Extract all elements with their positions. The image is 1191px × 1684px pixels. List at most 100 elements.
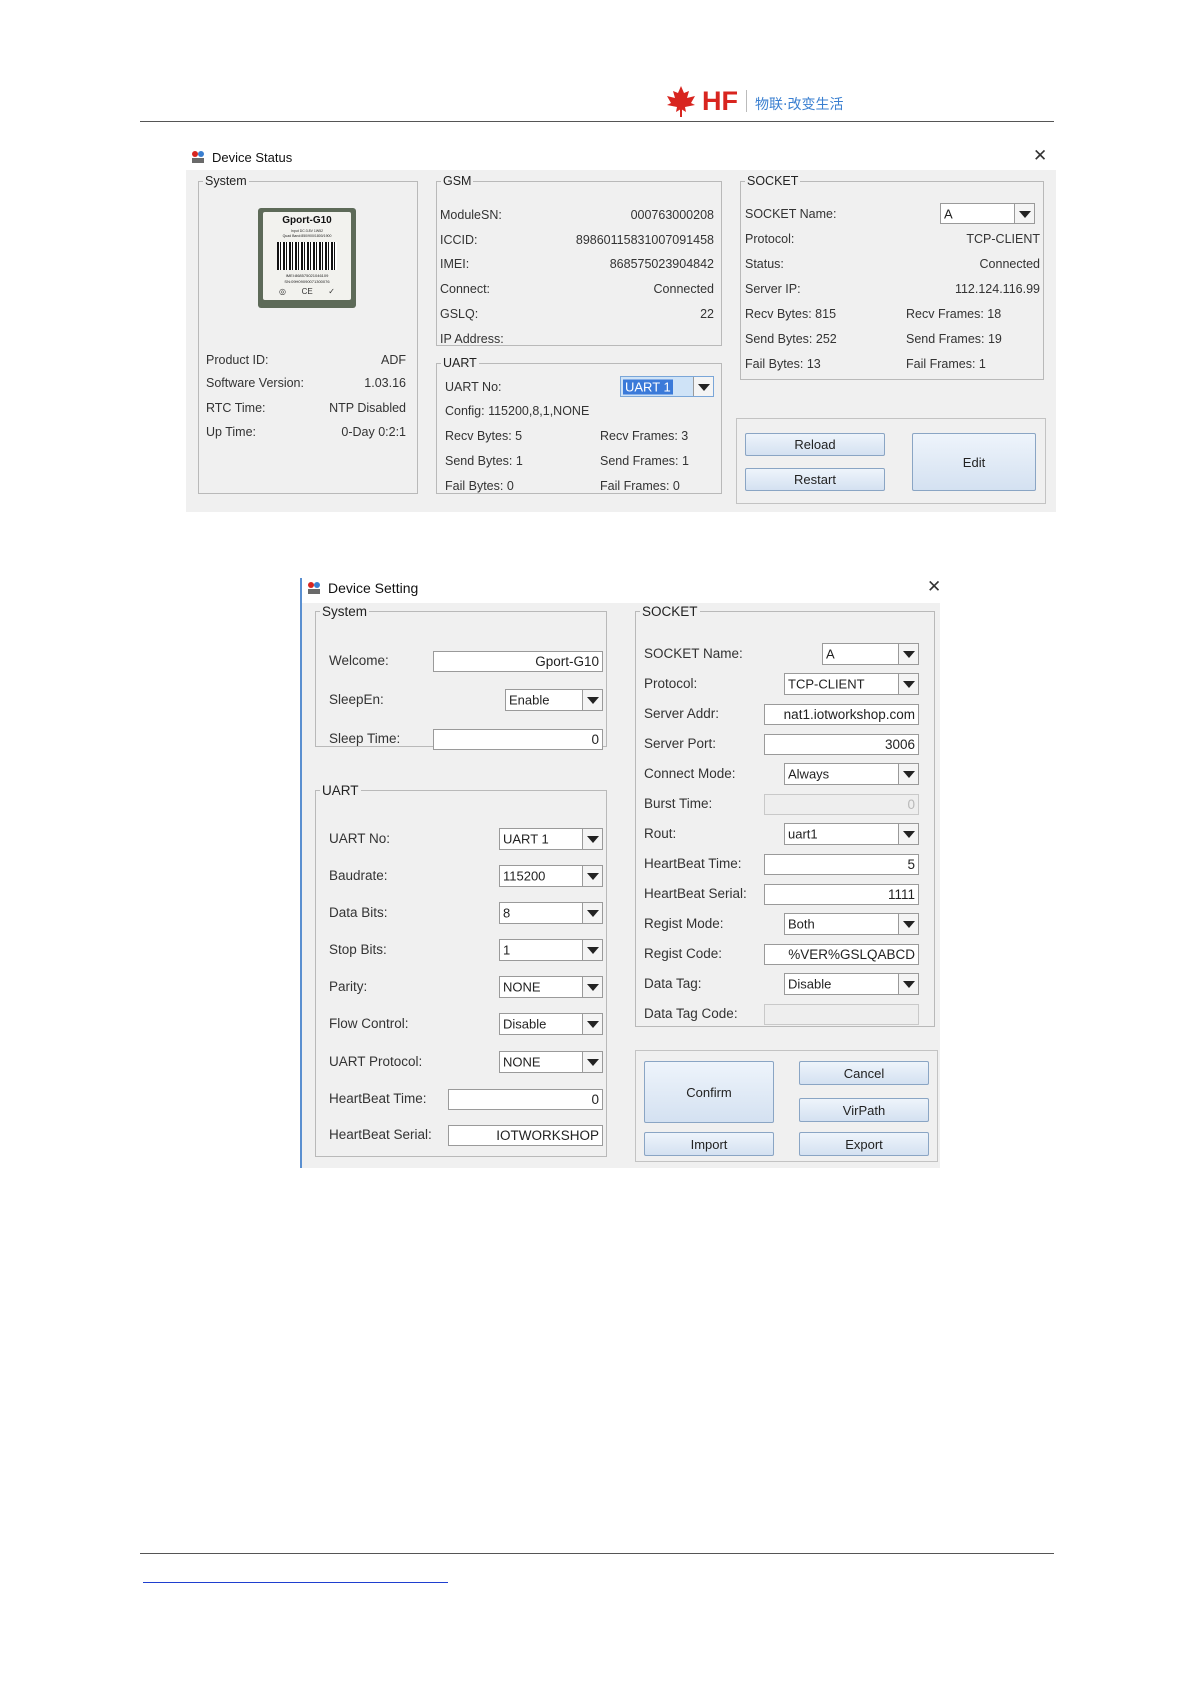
regist-code-input[interactable]: %VER%GSLQABCD [764, 944, 919, 965]
gsm-connect-value: Connected [653, 282, 714, 296]
chevron-down-icon[interactable] [582, 866, 602, 886]
uart-no-value: UART 1 [503, 831, 549, 847]
socket-server-ip-label: Server IP: [745, 282, 801, 296]
socket-protocol-value: TCP-CLIENT [788, 676, 865, 692]
socket-send-bytes: Send Bytes: 252 [745, 332, 837, 346]
restart-button[interactable]: Restart [745, 468, 885, 491]
chevron-down-icon[interactable] [582, 1052, 602, 1072]
regist-mode-select[interactable]: Both [784, 913, 919, 935]
cert-marks-icon: ◎ CE ✓ [279, 287, 335, 296]
rout-select[interactable]: uart1 [784, 823, 919, 845]
up-time-label: Up Time: [206, 425, 257, 439]
socket-recv-frames: Recv Frames: 18 [906, 307, 1002, 321]
socket-recv-bytes: Recv Bytes: 815 [745, 307, 837, 321]
uart-protocol-label: UART Protocol: [329, 1054, 423, 1069]
socket-name-label: SOCKET Name: [745, 207, 837, 221]
chevron-down-icon[interactable] [582, 903, 602, 923]
chevron-down-icon[interactable] [898, 914, 918, 934]
data-tag-code-label: Data Tag Code: [644, 1006, 738, 1021]
sleepen-value: Enable [509, 692, 550, 708]
chevron-down-icon[interactable] [898, 824, 918, 844]
burst-time-label: Burst Time: [644, 796, 713, 811]
chevron-down-icon[interactable] [582, 977, 602, 997]
stop-bits-select[interactable]: 1 [499, 939, 603, 961]
server-port-input[interactable]: 3006 [764, 734, 919, 755]
socket-status-label: Status: [745, 257, 784, 271]
uart-recv-frames: Recv Frames: 3 [600, 429, 689, 443]
baudrate-label: Baudrate: [329, 868, 388, 883]
chevron-down-icon[interactable] [1014, 204, 1034, 223]
module-imei-line: IMEI:868575021046109 [285, 273, 329, 278]
setting-system-group: System [315, 604, 607, 747]
confirm-button[interactable]: Confirm [644, 1061, 774, 1123]
server-addr-input[interactable]: nat1.iotworkshop.com [764, 704, 919, 725]
connect-mode-select[interactable]: Always [784, 763, 919, 785]
data-bits-label: Data Bits: [329, 905, 388, 920]
footer-link-underline[interactable] [143, 1582, 448, 1583]
socket-hb-time-input[interactable]: 5 [764, 854, 919, 875]
data-tag-value: Disable [788, 976, 832, 992]
import-button[interactable]: Import [644, 1132, 774, 1156]
uart-hb-serial-input[interactable]: IOTWORKSHOP [448, 1125, 603, 1146]
sleep-time-input[interactable]: 0 [433, 729, 603, 750]
gsm-iccid-label: ICCID: [440, 233, 478, 247]
socket-name-select[interactable]: A [822, 643, 919, 665]
socket-name-value: A [826, 646, 835, 662]
uart-no-select[interactable]: UART 1 [499, 828, 603, 850]
edit-button[interactable]: Edit [912, 433, 1036, 491]
chevron-down-icon[interactable] [898, 644, 918, 664]
cancel-button[interactable]: Cancel [799, 1061, 929, 1085]
gsm-modulesn-label: ModuleSN: [440, 208, 502, 222]
chevron-down-icon[interactable] [582, 1014, 602, 1034]
gsm-gslq-label: GSLQ: [440, 307, 479, 321]
socket-status-value: Connected [979, 257, 1040, 271]
uart-config: Config: 115200,8,1,NONE [445, 404, 590, 418]
brand-name: HF [702, 85, 738, 116]
data-tag-select[interactable]: Disable [784, 973, 919, 995]
regist-code-label: Regist Code: [644, 946, 723, 961]
uart-no-label: UART No: [329, 831, 391, 846]
uart-hb-time-input[interactable]: 0 [448, 1089, 603, 1110]
flow-control-label: Flow Control: [329, 1016, 409, 1031]
uart-no-label: UART No: [445, 380, 502, 394]
device-setting-window: System Welcome: Gport-G10 SleepEn: Enabl… [302, 603, 940, 1168]
sleepen-select[interactable]: Enable [505, 689, 603, 711]
chevron-down-icon[interactable] [693, 377, 713, 396]
chevron-down-icon[interactable] [898, 764, 918, 784]
status-title-bar: Device Status [186, 146, 1056, 168]
reload-button[interactable]: Reload [745, 433, 885, 456]
group-legend: System [205, 174, 247, 188]
footer-rule [140, 1553, 1054, 1554]
chevron-down-icon[interactable] [898, 674, 918, 694]
chevron-down-icon[interactable] [582, 829, 602, 849]
group-legend: System [322, 604, 368, 619]
socket-protocol-label: Protocol: [745, 232, 795, 246]
setting-close-icon[interactable]: ✕ [927, 577, 941, 597]
flow-control-select[interactable]: Disable [499, 1013, 603, 1035]
uart-hb-time-label: HeartBeat Time: [329, 1091, 427, 1106]
header-rule [140, 121, 1054, 122]
module-spec-line: Input DC:3.8V 1W52 [290, 229, 324, 233]
gsm-iccid-value: 89860115831007091458 [575, 233, 714, 247]
data-bits-select[interactable]: 8 [499, 902, 603, 924]
socket-name-select[interactable]: A [940, 203, 1035, 224]
virpath-button[interactable]: VirPath [799, 1098, 929, 1122]
group-legend: UART [443, 356, 477, 370]
uart-no-select[interactable]: UART 1 [620, 376, 714, 397]
export-button[interactable]: Export [799, 1132, 929, 1156]
parity-select[interactable]: NONE [499, 976, 603, 998]
chevron-down-icon[interactable] [582, 690, 602, 710]
welcome-input[interactable]: Gport-G10 [433, 651, 603, 672]
uart-fail-bytes: Fail Bytes: 0 [445, 479, 514, 493]
status-close-icon[interactable]: ✕ [1033, 146, 1047, 166]
baudrate-select[interactable]: 115200 [499, 865, 603, 887]
socket-protocol-select[interactable]: TCP-CLIENT [784, 673, 919, 695]
gsm-connect-label: Connect: [440, 282, 491, 296]
regist-mode-label: Regist Mode: [644, 916, 724, 931]
chevron-down-icon[interactable] [582, 940, 602, 960]
software-version-label: Software Version: [206, 376, 304, 390]
socket-hb-serial-input[interactable]: 1111 [764, 884, 919, 905]
uart-protocol-select[interactable]: NONE [499, 1051, 603, 1073]
chevron-down-icon[interactable] [898, 974, 918, 994]
device-status-window: System Gport-G10 Input DC:3.8V 1W52 Quad… [186, 170, 1056, 512]
